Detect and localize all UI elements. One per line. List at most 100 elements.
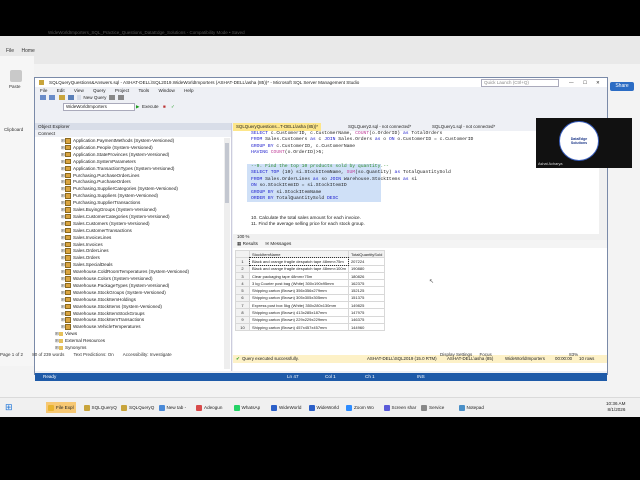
word-word-count[interactable]: 80 of 239 words — [32, 352, 64, 357]
tree-item[interactable]: ⊞ Warehouse.StockItemTransactions — [61, 317, 144, 324]
row-number[interactable]: 10 — [235, 322, 250, 332]
word-text-predictions[interactable]: Text Predictions: On — [74, 352, 114, 357]
row-number[interactable]: 5 — [235, 286, 250, 295]
new-query-icon[interactable] — [77, 95, 82, 101]
tree-item[interactable]: ⊞ Application.SystemParameters — [61, 159, 136, 166]
row-number[interactable]: 2 — [235, 264, 250, 273]
stop-icon[interactable]: ■ — [163, 102, 166, 111]
results-tab[interactable]: Results — [243, 241, 258, 246]
word-tab-home[interactable]: Home — [21, 48, 34, 54]
tree-item[interactable]: ⊞ Application.People (System-Versioned) — [61, 145, 153, 152]
table-row[interactable]: 8 Shipping carton (Brown) 413x285x187mm 14… — [235, 308, 386, 317]
row-number[interactable]: 4 — [235, 279, 250, 288]
cell-stock-item-name[interactable]: Shipping carton (Brown) 356x356x279mm — [249, 286, 349, 295]
taskbar-item[interactable]: WhatsAp — [233, 402, 260, 413]
tree-item[interactable]: ⊞ Warehouse.VehicleTemperatures — [61, 324, 141, 331]
cell-total-quantity[interactable]: 146375 — [347, 315, 386, 324]
cell-stock-item-name[interactable]: Shipping carton (Brown) 413x285x187mm — [249, 308, 349, 317]
row-number[interactable]: 8 — [235, 308, 250, 317]
taskbar-item[interactable]: Adeogun — [196, 402, 222, 413]
taskbar-item[interactable]: New tab - — [158, 402, 186, 413]
menu-view[interactable]: View — [74, 88, 84, 93]
tree-item[interactable]: ⊞ Warehouse.StockItems (System-Versioned) — [61, 304, 162, 311]
windows-start-icon[interactable]: ⊞ — [5, 402, 15, 412]
tree-item[interactable]: ⊞ Sales.InvoiceLines — [61, 235, 111, 242]
database-select[interactable]: WideWorldImporters — [63, 103, 135, 111]
word-zoom[interactable]: 83% — [569, 352, 578, 357]
object-explorer-scroll-thumb[interactable] — [225, 143, 229, 203]
tree-item[interactable]: ⊞ Sales.Invoices — [61, 242, 103, 249]
zoom-level[interactable]: 100 % — [237, 234, 249, 239]
cell-stock-item-name[interactable]: Express post box 5kg (White) 350x280x130… — [249, 301, 349, 310]
word-accessibility[interactable]: Accessibility: Investigate — [123, 352, 172, 357]
column-header[interactable]: TotalQuantitySold — [347, 249, 386, 259]
tree-item[interactable]: ⊞ External Resources — [55, 338, 105, 345]
tree-item[interactable]: ⊞ Sales.CustomerTransactions — [61, 228, 132, 235]
menu-project[interactable]: Project — [115, 88, 129, 93]
connect-button[interactable]: Connect — [38, 131, 55, 136]
messages-tab[interactable]: Messages — [270, 241, 291, 246]
maximize-button[interactable]: ☐ — [583, 78, 587, 87]
new-query-button[interactable]: New Query — [83, 95, 106, 100]
tab-questions-query[interactable]: SQLQueryQuestions...T-DELL\asha (85))* — [233, 123, 321, 131]
taskbar-item[interactable]: WideWorld — [271, 402, 301, 413]
column-header[interactable]: StockItemName — [249, 249, 349, 259]
cell-total-quantity[interactable]: 207224 — [347, 257, 386, 266]
cell-total-quantity[interactable]: 151375 — [347, 293, 386, 303]
menu-edit[interactable]: Edit — [57, 88, 65, 93]
cell-stock-item-name[interactable]: Black and orange fragile despatch tape 4… — [248, 256, 350, 267]
tree-item[interactable]: ⊞ Sales.CustomerCategories (System-Versio… — [61, 214, 170, 221]
tree-item[interactable]: ⊞ Purchasing.Suppliers (System-Versioned) — [61, 193, 158, 200]
cell-stock-item-name[interactable]: Clear packaging tape 48mm×75m — [249, 271, 349, 281]
tree-item[interactable]: ⊞ Warehouse.PackageTypes (System-Versione… — [61, 283, 169, 290]
tree-item[interactable]: ⊞ Purchasing.PurchaseOrders — [61, 179, 131, 186]
row-number[interactable]: 9 — [235, 315, 250, 324]
tree-item[interactable]: ⊞ Warehouse.StockItemStockGroups — [61, 311, 145, 318]
minimize-button[interactable]: — — [569, 78, 574, 87]
tab-sqlquery2[interactable]: SQLQuery2.sql - not connected* — [345, 123, 414, 131]
menu-tools[interactable]: Tools — [138, 88, 149, 93]
open-file-icon[interactable] — [58, 95, 65, 101]
row-number[interactable]: 7 — [235, 301, 250, 310]
menu-query[interactable]: Query — [93, 88, 106, 93]
taskbar-item[interactable]: Screen shar — [383, 402, 416, 413]
taskbar-item[interactable]: WideWorld — [308, 402, 339, 413]
cell-total-quantity[interactable]: 147975 — [347, 308, 386, 317]
tree-item[interactable]: ⊞ Sales.BuyingGroups (System-Versioned) — [61, 207, 157, 214]
taskbar-item[interactable]: SQLQueryQ — [121, 402, 154, 413]
forward-icon[interactable] — [49, 95, 56, 101]
undo-icon[interactable] — [108, 95, 115, 101]
menu-help[interactable]: Help — [184, 88, 193, 93]
taskbar-item[interactable]: File Expl — [46, 402, 76, 413]
word-focus[interactable]: Focus — [480, 352, 492, 357]
cell-total-quantity[interactable]: 149825 — [347, 301, 386, 310]
cell-total-quantity[interactable]: 190880 — [347, 264, 386, 273]
word-page-count[interactable]: Page 1 of 2 — [0, 352, 23, 357]
back-icon[interactable] — [40, 95, 46, 101]
menu-file[interactable]: File — [40, 88, 47, 93]
tree-item[interactable]: ⊞ Sales.Orders — [61, 255, 100, 262]
quick-launch-input[interactable]: Quick Launch (Ctrl+Q) — [481, 79, 559, 87]
cell-stock-item-name[interactable]: Shipping carton (Brown) 305x305x305mm — [249, 293, 349, 303]
row-number[interactable]: 1 — [235, 257, 250, 266]
tab-sqlquery1[interactable]: SQLQuery1.sql - not connected* — [429, 123, 498, 131]
close-button[interactable]: ✕ — [596, 78, 600, 87]
cell-total-quantity[interactable]: 162375 — [347, 279, 386, 288]
table-row[interactable]: 3 Clear packaging tape 48mm×75m 180826 — [235, 271, 386, 281]
cell-total-quantity[interactable]: 152125 — [347, 286, 386, 295]
tree-item[interactable]: ⊞ Application.PaymentMethods (System-Vers… — [61, 138, 174, 145]
tree-item[interactable]: ⊞ Sales.Customers (System-Versioned) — [61, 221, 150, 228]
table-row[interactable]: 43 kg Courier post bag (White) 300x190x9… — [235, 279, 386, 288]
tree-item[interactable]: ⊞ Sales.SpecialDeals — [61, 262, 113, 269]
cell-stock-item-name[interactable]: Shipping carton (Brown) 457x457x457mm — [249, 322, 349, 332]
tree-item[interactable]: ⊞ Sales.OrderLines — [61, 248, 109, 255]
table-row[interactable]: 2 Black and orange fragile despatch tape … — [235, 264, 386, 273]
word-display-settings[interactable]: Display Settings — [440, 352, 472, 357]
taskbar-item[interactable]: Notepad — [458, 402, 484, 413]
row-number[interactable]: 3 — [235, 271, 250, 281]
tree-item[interactable]: ⊞ Purchasing.SupplierCategories (System-V… — [61, 186, 178, 193]
cell-stock-item-name[interactable]: 3 kg Courier post bag (White) 300x190x95… — [249, 279, 349, 288]
cell-total-quantity[interactable]: 144960 — [347, 322, 386, 332]
tree-item[interactable]: ⊞ Purchasing.SupplierTransactions — [61, 200, 140, 207]
tree-item[interactable]: ⊞ Application.StateProvinces (System-Vers… — [61, 152, 169, 159]
